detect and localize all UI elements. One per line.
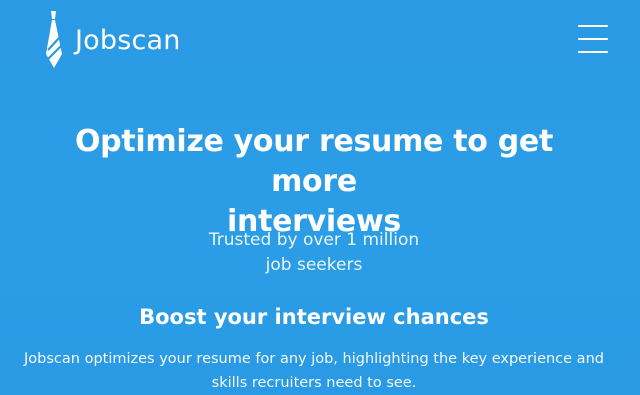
hero-title: Optimize your resume to get more intervi… xyxy=(30,122,598,242)
tie-icon xyxy=(46,11,62,68)
trusted-by-text: Trusted by over 1 million job seekers xyxy=(100,228,528,278)
menu-bar xyxy=(578,51,608,54)
section-body: Jobscan optimizes your resume for any jo… xyxy=(24,351,604,391)
logo-text: Jobscan xyxy=(75,24,181,56)
menu-bar xyxy=(578,25,608,28)
section-heading: Boost your interview chances xyxy=(139,305,489,329)
menu-bar xyxy=(578,38,608,41)
hero-title-line-1: Optimize your resume to get more xyxy=(74,124,554,199)
trusted-line-2: job seekers xyxy=(265,255,363,275)
site-header: Jobscan xyxy=(0,0,640,80)
hamburger-menu-icon[interactable] xyxy=(576,22,610,58)
trusted-line-1: Trusted by over 1 million xyxy=(208,230,420,250)
jobscan-logo-link[interactable]: Jobscan xyxy=(42,10,181,70)
